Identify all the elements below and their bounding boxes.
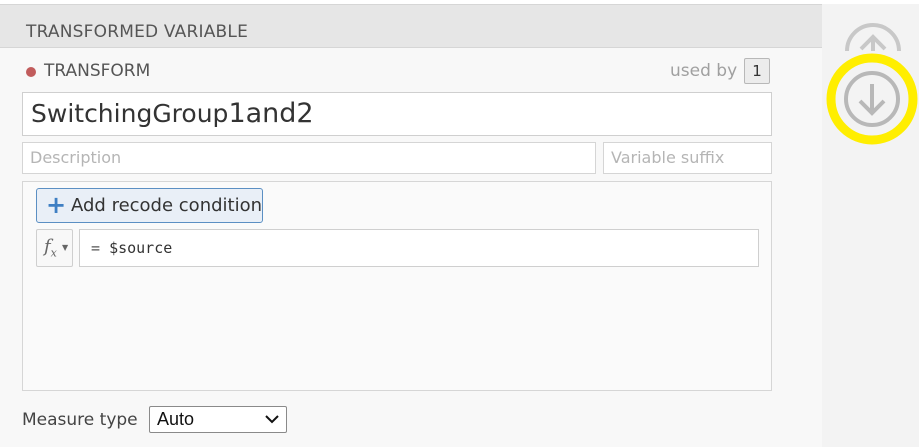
- measure-type-value: Auto: [157, 409, 195, 429]
- add-recode-condition-button[interactable]: + Add recode condition: [36, 188, 263, 223]
- add-recode-condition-label: Add recode condition: [71, 195, 263, 216]
- variable-suffix-field[interactable]: Variable suffix: [603, 142, 772, 174]
- arrow-up-circle-icon: [845, 23, 901, 51]
- move-down-button[interactable]: [825, 52, 919, 146]
- chevron-down-icon: [265, 415, 279, 424]
- formula-value: $source: [109, 239, 173, 257]
- used-by-label: used by: [670, 61, 738, 81]
- transform-name-field[interactable]: SwitchingGroup1and2: [22, 92, 772, 136]
- formula-field[interactable]: = $source: [79, 229, 759, 267]
- transform-label: TRANSFORM: [44, 61, 151, 81]
- plus-icon: +: [46, 191, 67, 219]
- arrow-down-circle-icon: [826, 53, 918, 145]
- measure-type-label: Measure type: [22, 410, 138, 430]
- formula-equals: =: [91, 239, 101, 257]
- panel-header: TRANSFORMED VARIABLE: [0, 4, 822, 48]
- move-up-button[interactable]: [843, 21, 903, 51]
- function-icon: fx: [44, 236, 57, 260]
- measure-type-select[interactable]: Auto: [149, 406, 287, 433]
- function-dropdown-button[interactable]: fx ▼: [36, 229, 73, 267]
- status-dot-icon: [26, 67, 36, 77]
- description-field[interactable]: Description: [22, 142, 596, 174]
- caret-down-icon: ▼: [62, 243, 69, 252]
- variable-suffix-placeholder: Variable suffix: [611, 148, 725, 167]
- transform-name-suffix: 1and2: [228, 98, 314, 129]
- panel-title: TRANSFORMED VARIABLE: [26, 22, 249, 42]
- description-placeholder: Description: [30, 148, 122, 167]
- transform-name-base: SwitchingGroup: [31, 99, 229, 128]
- used-by-count-badge[interactable]: 1: [744, 58, 770, 84]
